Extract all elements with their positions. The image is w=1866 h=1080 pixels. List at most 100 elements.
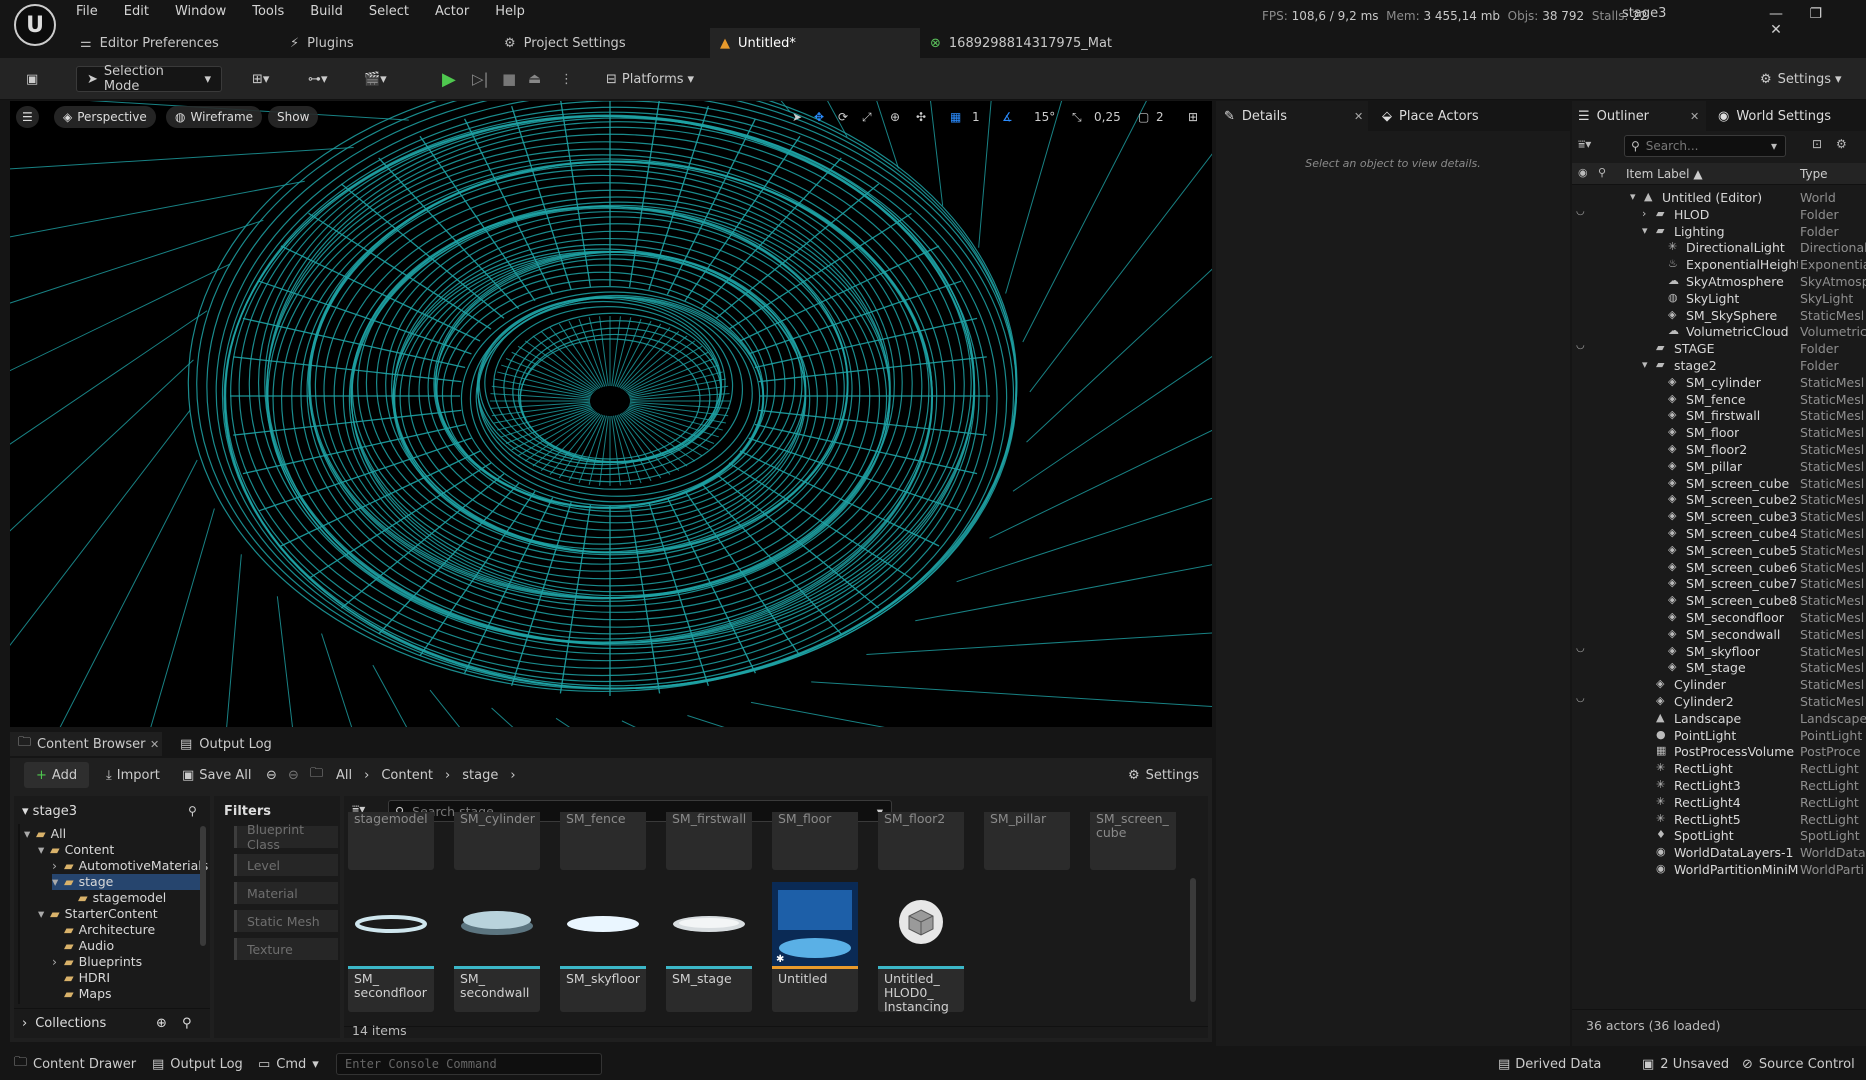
asset-tile[interactable]: SM_ secondfloor xyxy=(348,882,434,1012)
add-actor-icon[interactable]: ⊞▾ xyxy=(252,66,269,92)
asset-tile[interactable]: SM_cylinder xyxy=(454,812,540,870)
asset-tile[interactable]: ✱ Untitled xyxy=(772,882,858,1012)
eject-icon[interactable]: ⏏ xyxy=(528,66,541,92)
camera-speed-icon[interactable]: ▢ xyxy=(1138,107,1149,127)
asset-tile[interactable]: SM_stage xyxy=(666,882,752,1012)
menu-help[interactable]: Help xyxy=(495,4,525,19)
asset-scrollbar[interactable] xyxy=(1190,878,1196,1002)
move-tool-icon[interactable]: ✥ xyxy=(814,107,824,127)
folder-tree-item[interactable]: ▾ ▰ All xyxy=(24,826,66,842)
stop-icon[interactable]: ■ xyxy=(502,66,516,92)
search-icon[interactable]: ⚲ xyxy=(188,804,197,818)
rotate-tool-icon[interactable]: ⟳ xyxy=(838,107,848,127)
asset-tile[interactable]: Untitled_ HLOD0_ Instancing xyxy=(878,882,964,1014)
sources-root[interactable]: ▾ stage3 xyxy=(22,804,77,819)
tree-scrollbar[interactable] xyxy=(200,826,206,946)
play-icon[interactable]: ▶ xyxy=(442,66,456,92)
close-window-icon[interactable]: ✕ xyxy=(1758,22,1794,38)
folder-tree-item[interactable]: ▾ ▰ StarterContent xyxy=(38,906,158,922)
visibility-eye-icon[interactable]: ◡ xyxy=(1576,206,1585,217)
grid-snap-icon[interactable]: ▦ xyxy=(950,107,961,127)
expand-arrow-icon[interactable]: ▾ xyxy=(1630,190,1636,203)
folder-tree-item[interactable]: ▰ HDRI xyxy=(52,970,110,986)
scale-snap-icon[interactable]: ⤡ xyxy=(1072,107,1082,127)
unsaved-button[interactable]: ▣ 2 Unsaved xyxy=(1642,1054,1729,1074)
step-icon[interactable]: ▷| xyxy=(472,66,489,92)
menu-actor[interactable]: Actor xyxy=(435,4,469,19)
breadcrumb-stage[interactable]: stage xyxy=(462,768,498,783)
folder-tree-item[interactable]: ▰ Architecture xyxy=(52,922,155,938)
expand-arrow-icon[interactable]: ▾ xyxy=(1642,224,1648,237)
more-options-icon[interactable]: ⋮ xyxy=(560,66,573,92)
menu-edit[interactable]: Edit xyxy=(124,4,149,19)
tab-content-browser[interactable]: 🗀 Content Browser ✕ xyxy=(10,732,162,756)
folder-tree-item[interactable]: ▾ ▰ Content xyxy=(38,842,114,858)
outliner-search[interactable]: ⚲ Search... ▾ xyxy=(1624,135,1786,157)
asset-tile[interactable]: stagemodel xyxy=(348,812,434,870)
asset-tile[interactable]: SM_screen_ cube xyxy=(1090,812,1176,870)
folder-tree-item[interactable]: ▰ Audio xyxy=(52,938,114,954)
search-icon[interactable]: ⚲ xyxy=(182,1016,192,1031)
minimize-icon[interactable]: — xyxy=(1758,6,1794,22)
folder-tree-item[interactable]: ▾ ▰ stage xyxy=(52,874,204,890)
asset-tile[interactable]: SM_skyfloor xyxy=(560,882,646,1012)
visibility-eye-icon[interactable]: ◡ xyxy=(1576,340,1585,351)
tab-world-settings[interactable]: ◉ World Settings xyxy=(1718,101,1831,131)
close-icon[interactable]: ✕ xyxy=(150,738,159,751)
close-icon[interactable]: ✕ xyxy=(1690,110,1699,123)
tab-output-log[interactable]: ▤ Output Log xyxy=(180,732,272,756)
breadcrumb-all[interactable]: All xyxy=(336,768,352,783)
breadcrumb-content[interactable]: Content xyxy=(381,768,433,783)
add-collection-icon[interactable]: ⊕ xyxy=(156,1016,167,1031)
collections-header[interactable]: › Collections ⊕ ⚲ xyxy=(14,1008,210,1038)
asset-tile[interactable]: SM_firstwall xyxy=(666,812,752,870)
add-folder-icon[interactable]: ⊡ xyxy=(1812,137,1822,151)
tab-project-settings[interactable]: ⚙ Project Settings xyxy=(504,28,704,58)
console-command-input[interactable]: Enter Console Command xyxy=(336,1053,602,1075)
viewport-layout-icon[interactable]: ⊞ xyxy=(1188,107,1198,127)
grid-snap-value[interactable]: 1 xyxy=(972,107,980,127)
level-viewport[interactable]: ☰ ◈ Perspective ◍ Wireframe Show ➤ ✥ ⟳ ⤢ ⊕… xyxy=(10,101,1212,727)
scale-snap-value[interactable]: 0,25 xyxy=(1094,107,1121,127)
forward-icon[interactable]: ⊖ xyxy=(288,763,299,787)
tab-place-actors[interactable]: ⬙ Place Actors xyxy=(1382,101,1479,131)
tab-editor-preferences[interactable]: ⚌ Editor Preferences xyxy=(80,28,280,58)
menu-select[interactable]: Select xyxy=(369,4,409,19)
folder-tree-item[interactable]: › ▰ AutomotiveMaterials xyxy=(52,858,208,874)
angle-snap-value[interactable]: 15° xyxy=(1034,107,1055,127)
asset-tile[interactable]: SM_ secondwall xyxy=(454,882,540,1012)
wireframe-button[interactable]: ◍ Wireframe xyxy=(166,106,263,128)
tab-outliner[interactable]: ☰ Outliner ✕ xyxy=(1572,101,1706,131)
content-drawer-button[interactable]: 🗀 Content Drawer xyxy=(14,1054,136,1074)
filter-blueprint-class[interactable]: Blueprint Class xyxy=(234,822,338,852)
visibility-eye-icon[interactable]: ◡ xyxy=(1576,693,1585,704)
cb-settings-button[interactable]: ⚙ Settings xyxy=(1128,763,1199,787)
tab-plugins[interactable]: ⚡ Plugins xyxy=(290,28,490,58)
visibility-column-icon[interactable]: ◉ xyxy=(1578,166,1588,179)
tab-material[interactable]: ⊗ 1689298814317975_Mat xyxy=(930,28,1150,58)
blueprint-icon[interactable]: ⊶▾ xyxy=(308,66,328,92)
menu-window[interactable]: Window xyxy=(175,4,226,19)
folder-tree-item[interactable]: › ▰ Blueprints xyxy=(52,954,142,970)
folder-tree-item[interactable]: ▰ Maps xyxy=(52,986,112,1002)
filter-level[interactable]: Level xyxy=(234,854,338,876)
surface-snap-icon[interactable]: ✣ xyxy=(916,107,926,127)
visibility-eye-icon[interactable]: ◡ xyxy=(1576,643,1585,654)
selection-mode-dropdown[interactable]: ➤ Selection Mode ▾ xyxy=(76,64,222,94)
source-control-button[interactable]: ⊘ Source Control xyxy=(1742,1054,1855,1074)
asset-tile[interactable]: SM_floor xyxy=(772,812,858,870)
add-button[interactable]: + Add xyxy=(24,762,90,788)
tab-untitled-level[interactable]: ▲ Untitled* xyxy=(710,28,920,58)
derived-data-button[interactable]: ▤ Derived Data xyxy=(1498,1054,1601,1074)
scale-tool-icon[interactable]: ⤢ xyxy=(862,107,872,127)
perspective-button[interactable]: ◈ Perspective xyxy=(54,106,156,128)
tab-details[interactable]: ✎ Details ✕ xyxy=(1216,101,1368,131)
back-icon[interactable]: ⊖ xyxy=(266,763,277,787)
menu-build[interactable]: Build xyxy=(310,4,343,19)
settings-button[interactable]: ⚙ Settings ▾ xyxy=(1760,66,1842,92)
expand-arrow-icon[interactable]: › xyxy=(1642,207,1646,220)
camera-speed-value[interactable]: 2 xyxy=(1156,107,1164,127)
filter-texture[interactable]: Texture xyxy=(234,938,338,960)
close-icon[interactable]: ✕ xyxy=(1354,110,1363,123)
pin-column-icon[interactable]: ⚲ xyxy=(1598,166,1606,179)
